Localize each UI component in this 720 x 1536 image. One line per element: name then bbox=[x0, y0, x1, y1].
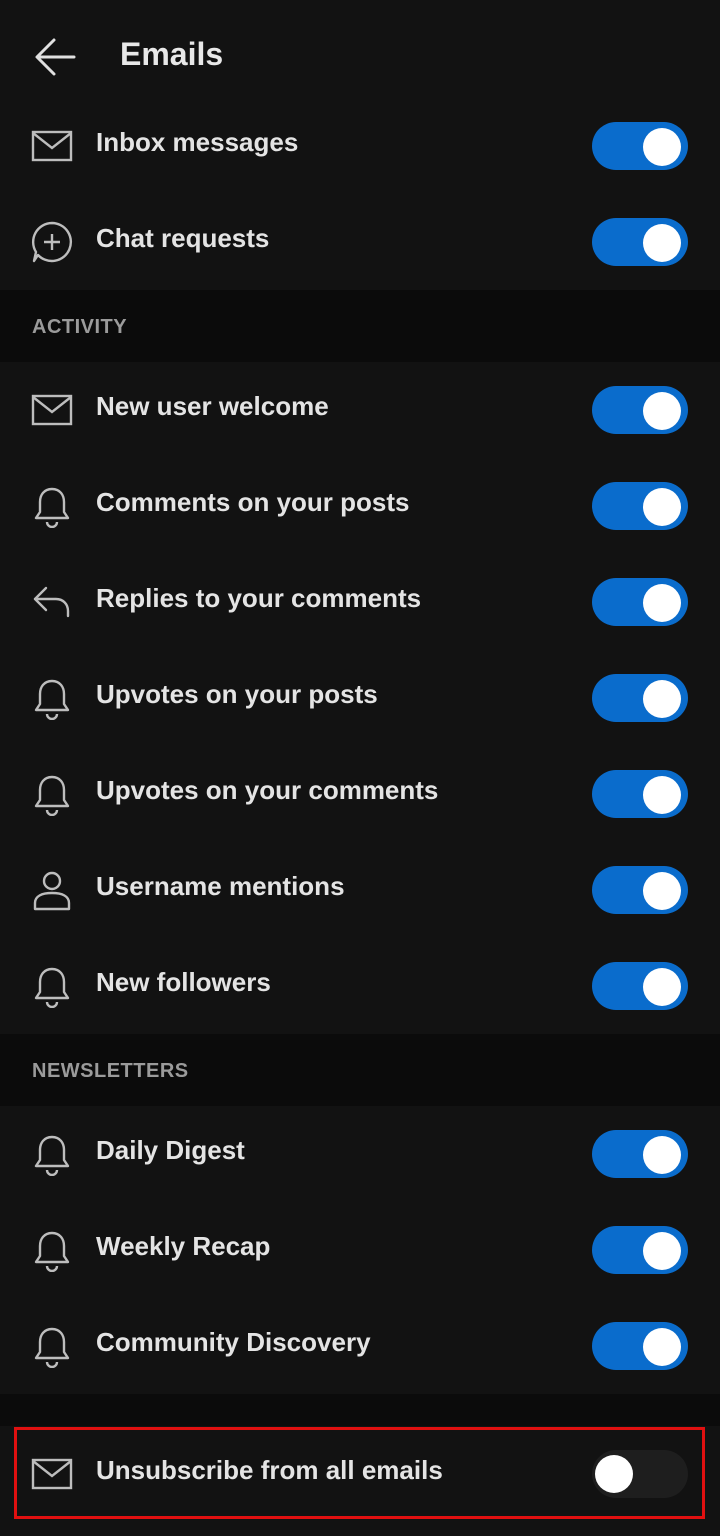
setting-row-new-followers: New followers bbox=[0, 938, 720, 1034]
toggle-knob bbox=[643, 392, 681, 430]
setting-label: New followers bbox=[96, 967, 271, 997]
weekly-recap-toggle[interactable] bbox=[592, 1226, 688, 1274]
user-icon bbox=[30, 868, 74, 912]
mail-icon bbox=[30, 388, 74, 432]
bell-icon bbox=[30, 484, 74, 528]
setting-label: Daily Digest bbox=[96, 1135, 245, 1165]
toggle-knob bbox=[643, 128, 681, 166]
bell-icon bbox=[30, 1132, 74, 1176]
chat-requests-toggle[interactable] bbox=[592, 218, 688, 266]
setting-label: Comments on your posts bbox=[96, 487, 410, 517]
toggle-knob bbox=[643, 968, 681, 1006]
setting-row-upvotes-on-comments: Upvotes on your comments bbox=[0, 746, 720, 842]
setting-label: Upvotes on your posts bbox=[96, 679, 378, 709]
toggle-knob bbox=[643, 584, 681, 622]
setting-label: Community Discovery bbox=[96, 1327, 371, 1357]
section-divider bbox=[0, 1394, 720, 1426]
setting-row-weekly-recap: Weekly Recap bbox=[0, 1202, 720, 1298]
section-header-newsletters: NEWSLETTERS bbox=[0, 1034, 720, 1106]
toggle-knob bbox=[643, 1136, 681, 1174]
setting-row-community-discovery: Community Discovery bbox=[0, 1298, 720, 1394]
setting-row-replies-to-comments: Replies to your comments bbox=[0, 554, 720, 650]
setting-row-daily-digest: Daily Digest bbox=[0, 1106, 720, 1202]
toggle-knob bbox=[643, 872, 681, 910]
setting-label: Weekly Recap bbox=[96, 1231, 271, 1261]
reply-icon bbox=[30, 580, 74, 624]
upvotes-on-comments-toggle[interactable] bbox=[592, 770, 688, 818]
setting-row-inbox-messages: Inbox messages bbox=[0, 98, 720, 194]
setting-row-chat-requests: Chat requests bbox=[0, 194, 720, 290]
setting-label: New user welcome bbox=[96, 391, 329, 421]
section-header-activity: ACTIVITY bbox=[0, 290, 720, 362]
setting-label: Username mentions bbox=[96, 871, 345, 901]
section-label: NEWSLETTERS bbox=[32, 1060, 189, 1082]
section-label: ACTIVITY bbox=[32, 316, 128, 338]
bottom-spacer bbox=[0, 1522, 720, 1536]
comments-on-posts-toggle[interactable] bbox=[592, 482, 688, 530]
bell-icon bbox=[30, 1324, 74, 1368]
chat-add-icon bbox=[30, 220, 74, 264]
toggle-knob bbox=[643, 1232, 681, 1270]
toggle-knob bbox=[643, 224, 681, 262]
bell-icon bbox=[30, 964, 74, 1008]
toggle-knob bbox=[643, 776, 681, 814]
setting-label: Chat requests bbox=[96, 223, 270, 253]
replies-to-comments-toggle[interactable] bbox=[592, 578, 688, 626]
setting-row-upvotes-on-posts: Upvotes on your posts bbox=[0, 650, 720, 746]
setting-row-username-mentions: Username mentions bbox=[0, 842, 720, 938]
toggle-knob bbox=[595, 1455, 633, 1493]
community-discovery-toggle[interactable] bbox=[592, 1322, 688, 1370]
page-title: Emails bbox=[120, 36, 224, 72]
setting-label: Upvotes on your comments bbox=[96, 775, 439, 805]
setting-row-new-user-welcome: New user welcome bbox=[0, 362, 720, 458]
mail-icon bbox=[30, 1452, 74, 1496]
unsubscribe-all-toggle[interactable] bbox=[592, 1450, 688, 1498]
toggle-knob bbox=[643, 1328, 681, 1366]
setting-label: Inbox messages bbox=[96, 127, 299, 157]
bell-icon bbox=[30, 1228, 74, 1272]
inbox-messages-toggle[interactable] bbox=[592, 122, 688, 170]
back-button[interactable] bbox=[30, 32, 80, 82]
setting-row-comments-on-posts: Comments on your posts bbox=[0, 458, 720, 554]
setting-row-unsubscribe-all: Unsubscribe from all emails bbox=[0, 1426, 720, 1522]
new-user-welcome-toggle[interactable] bbox=[592, 386, 688, 434]
setting-label: Unsubscribe from all emails bbox=[96, 1455, 443, 1485]
bell-icon bbox=[30, 676, 74, 720]
upvotes-on-posts-toggle[interactable] bbox=[592, 674, 688, 722]
app-header: Emails bbox=[0, 0, 720, 110]
arrow-left-icon bbox=[35, 38, 76, 76]
mail-icon bbox=[30, 124, 74, 168]
toggle-knob bbox=[643, 488, 681, 526]
bell-icon bbox=[30, 772, 74, 816]
daily-digest-toggle[interactable] bbox=[592, 1130, 688, 1178]
username-mentions-toggle[interactable] bbox=[592, 866, 688, 914]
toggle-knob bbox=[643, 680, 681, 718]
setting-label: Replies to your comments bbox=[96, 583, 422, 613]
new-followers-toggle[interactable] bbox=[592, 962, 688, 1010]
